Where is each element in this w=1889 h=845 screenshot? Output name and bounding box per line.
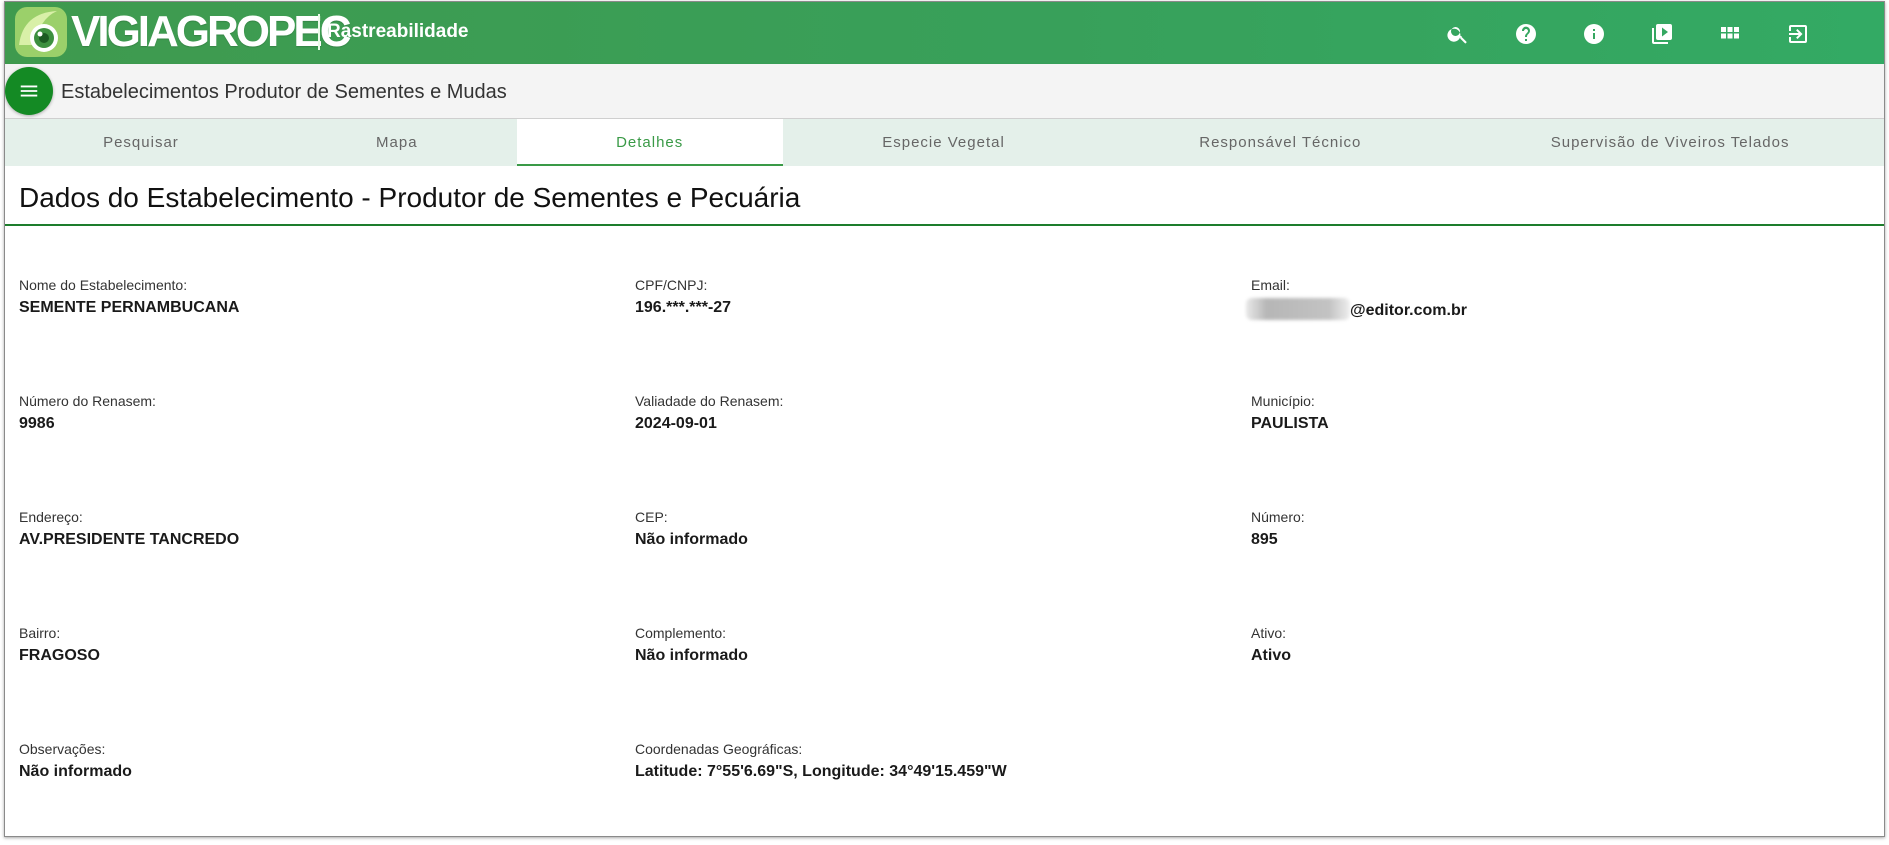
field-value: Não informado (19, 763, 132, 780)
field-bairro: Bairro: FRAGOSO (19, 625, 100, 666)
field-cpf-cnpj: CPF/CNPJ: 196.***.***-27 (635, 277, 731, 318)
field-label: Número do Renasem: (19, 393, 156, 409)
tab-mapa[interactable]: Mapa (277, 119, 517, 166)
tab-detalhes[interactable]: Detalhes (516, 119, 783, 166)
page-title: Estabelecimentos Produtor de Sementes e … (61, 81, 507, 103)
field-label: Bairro: (19, 625, 61, 641)
field-value: 9986 (19, 415, 55, 432)
field-ativo: Ativo: Ativo (1251, 625, 1291, 666)
apps-grid-icon[interactable] (1696, 20, 1764, 48)
field-label: Valiadade do Renasem: (635, 393, 784, 409)
field-label: Nome do Estabelecimento: (19, 277, 188, 293)
section-title: Dados do Estabelecimento - Produtor de S… (19, 182, 801, 213)
field-nome-estabelecimento: Nome do Estabelecimento: SEMENTE PERNAMB… (19, 277, 239, 318)
info-icon[interactable] (1560, 20, 1628, 48)
tab-responsavel-tecnico[interactable]: Responsável Técnico (1104, 119, 1456, 166)
field-numero-renasem: Número do Renasem: 9986 (19, 393, 156, 434)
field-label: Endereço: (19, 509, 83, 525)
menu-icon (20, 85, 38, 97)
section-divider (5, 224, 1884, 226)
field-coordenadas: Coordenadas Geográficas: Latitude: 7°55'… (635, 741, 1007, 782)
field-label: Número: (1251, 509, 1305, 525)
field-label: CPF/CNPJ: (635, 277, 708, 293)
app-window: VIGIAGROPEC Rastreabilidade Estabelecime… (4, 1, 1885, 837)
field-value: 895 (1251, 531, 1278, 548)
field-label: Email: (1251, 277, 1290, 293)
field-cep: CEP: Não informado (635, 509, 748, 550)
field-value: PAULISTA (1251, 415, 1329, 432)
field-complemento: Complemento: Não informado (635, 625, 748, 666)
field-value: 196.***.***-27 (635, 299, 732, 316)
field-validade-renasem: Valiadade do Renasem: 2024-09-01 (635, 393, 783, 434)
field-label: Observações: (19, 741, 106, 757)
field-observacoes: Observações: Não informado (19, 741, 132, 782)
top-header: VIGIAGROPEC Rastreabilidade (5, 2, 1884, 64)
tab-especie-vegetal[interactable]: Especie Vegetal (783, 119, 1105, 166)
page-title-bar: Estabelecimentos Produtor de Sementes e … (5, 64, 1884, 119)
email-domain: @editor.com.br (1350, 302, 1467, 319)
search-icon[interactable] (1424, 20, 1492, 48)
field-value: Ativo (1251, 647, 1291, 664)
field-value: Latitude: 7°55'6.69"S, Longitude: 34°49'… (635, 763, 1007, 780)
field-endereco: Endereço: AV.PRESIDENTE TANCREDO (19, 509, 239, 550)
field-email: Email: @editor.com.br (1246, 277, 1467, 321)
header-actions (1424, 20, 1832, 48)
logo-text: VIGIAGROPEC (71, 7, 351, 56)
field-label: CEP: (635, 509, 668, 525)
field-value: 2024-09-01 (635, 415, 717, 432)
field-label: Coordenadas Geográficas: (635, 741, 803, 757)
logo-subtitle: Rastreabilidade (327, 21, 469, 42)
field-value: Não informado (635, 647, 748, 664)
field-value: AV.PRESIDENTE TANCREDO (19, 531, 240, 548)
field-label: Ativo: (1251, 625, 1287, 641)
tab-bar: Pesquisar Mapa Detalhes Especie Vegetal … (5, 119, 1884, 166)
field-numero: Número: 895 (1251, 509, 1305, 550)
menu-button[interactable] (5, 67, 53, 115)
video-library-icon[interactable] (1628, 20, 1696, 48)
field-value: FRAGOSO (19, 647, 100, 664)
field-value: SEMENTE PERNAMBUCANA (19, 299, 240, 316)
field-value: Não informado (635, 531, 748, 548)
tab-pesquisar[interactable]: Pesquisar (5, 119, 277, 166)
redacted-email-blur (1246, 298, 1350, 320)
help-icon[interactable] (1492, 20, 1560, 48)
field-label: Município: (1251, 393, 1315, 409)
logo-eye-icon (15, 7, 67, 57)
tab-supervisao-viveiros[interactable]: Supervisão de Viveiros Telados (1456, 119, 1884, 166)
logout-icon[interactable] (1764, 20, 1832, 48)
field-label: Complemento: (635, 625, 727, 641)
logo-divider (318, 14, 320, 50)
field-municipio: Município: PAULISTA (1251, 393, 1329, 434)
field-value: @editor.com.br (1246, 298, 1467, 321)
